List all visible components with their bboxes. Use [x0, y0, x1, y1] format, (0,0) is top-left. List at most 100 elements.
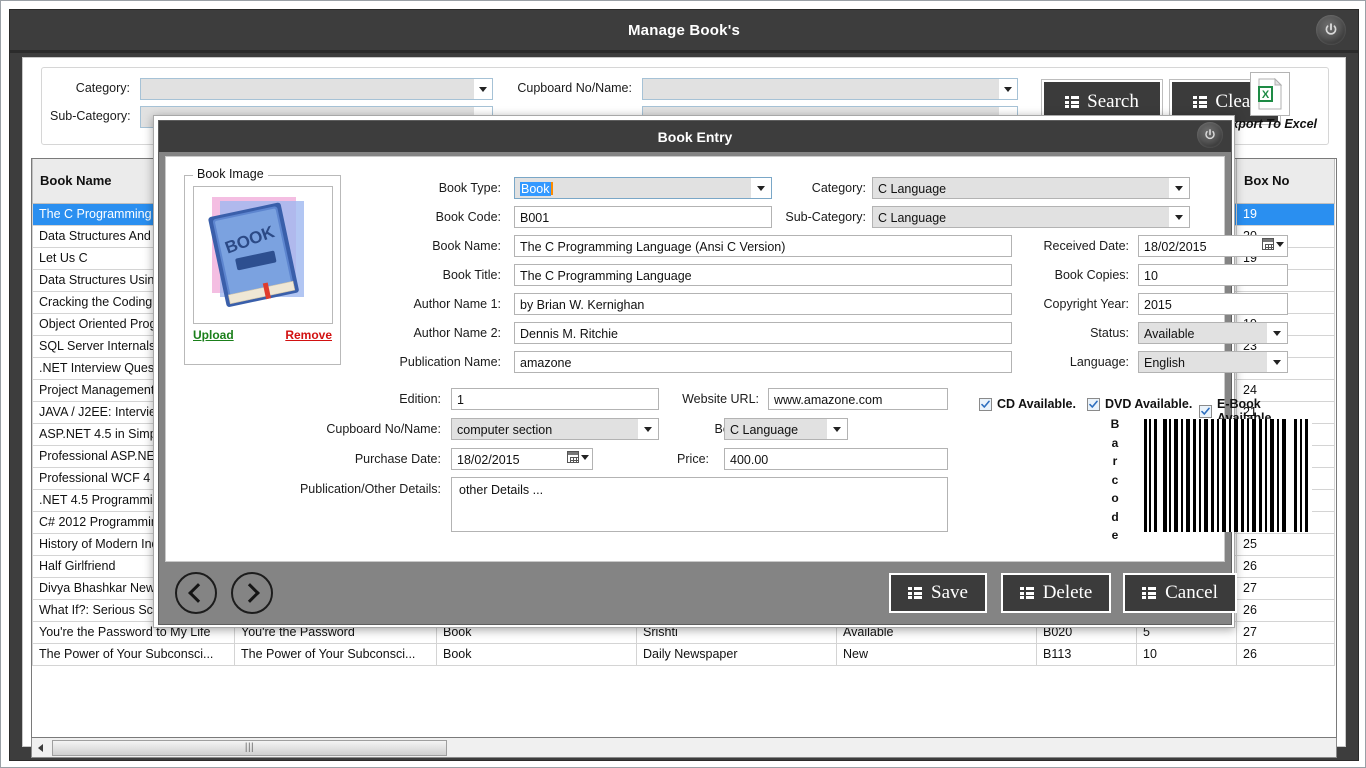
horizontal-scrollbar[interactable]: |||	[31, 738, 1337, 758]
chevron-left-icon[interactable]	[175, 572, 217, 614]
chevron-down-icon	[999, 79, 1017, 99]
box-no-combo[interactable]: C Language	[724, 418, 848, 440]
export-to-excel-button[interactable]: X Export To Excel	[1220, 72, 1320, 131]
barcode-image	[1142, 419, 1312, 532]
barcode-label-char: e	[1111, 528, 1119, 542]
price-input[interactable]: 400.00	[724, 448, 948, 470]
cupboard-filter-combo[interactable]	[642, 78, 1018, 100]
barcode-label-char: d	[1111, 509, 1119, 524]
book-name-label: Book Name:	[432, 239, 501, 253]
table-cell-code: B113	[1036, 642, 1137, 666]
table-cell-box: 26	[1236, 642, 1335, 666]
book-copies-input[interactable]: 10	[1138, 264, 1288, 286]
book-code-input[interactable]: B001	[514, 206, 772, 228]
export-to-excel-label: Export To Excel	[1222, 117, 1317, 131]
calendar-icon	[567, 451, 579, 463]
subcategory-label: Sub-Category:	[50, 109, 131, 123]
grid-icon	[1065, 96, 1080, 108]
received-date-value: 18/02/2015	[1144, 240, 1207, 254]
barcode-label-char: r	[1112, 454, 1118, 468]
book-image-group: Book Image BOOK Upload Remove	[184, 167, 341, 365]
cupboard-combo[interactable]: computer section	[451, 418, 659, 440]
excel-file-icon: X	[1250, 72, 1290, 116]
barcode-label: Barcode	[1108, 415, 1122, 545]
table-cell-publication: Daily Newspaper	[636, 642, 837, 666]
cupboard-value: computer section	[457, 423, 553, 437]
svg-text:X: X	[1262, 89, 1270, 101]
book-title-label: Book Title:	[442, 268, 501, 282]
chevron-down-icon	[581, 454, 589, 460]
author-1-input[interactable]: by Brian W. Kernighan	[514, 293, 1012, 315]
table-cell-box: 27	[1236, 576, 1335, 600]
grid-icon	[1019, 587, 1034, 599]
calendar-dropdown-control[interactable]	[1262, 238, 1284, 250]
received-date-input[interactable]: 18/02/2015	[1138, 235, 1288, 257]
status-combo[interactable]: Available	[1138, 322, 1288, 344]
cd-available-checkbox[interactable]	[979, 397, 992, 411]
dialog-title-text: Book Entry	[657, 128, 733, 145]
cupboard-filter-label: Cupboard No/Name:	[517, 81, 632, 95]
dialog-power-icon[interactable]	[1197, 122, 1223, 148]
chevron-down-icon	[1276, 241, 1284, 247]
dialog-category-label: Category:	[811, 181, 866, 195]
publication-name-input[interactable]: amazone	[514, 351, 1012, 373]
book-title-input[interactable]: The C Programming Language	[514, 264, 1012, 286]
table-cell-box: 27	[1236, 620, 1335, 644]
barcode-label-char: a	[1111, 435, 1119, 450]
power-icon[interactable]	[1316, 15, 1346, 45]
book-entry-dialog: Book Entry Book Image BOOK Upload Remove…	[153, 115, 1312, 628]
purchase-date-input[interactable]: 18/02/2015	[451, 448, 593, 470]
received-date-label: Received Date:	[1043, 239, 1129, 253]
upload-image-link[interactable]: Upload	[193, 328, 234, 342]
dvd-available-checkbox[interactable]	[1087, 397, 1100, 411]
cupboard-label: Cupboard No/Name:	[326, 422, 441, 436]
delete-button[interactable]: Delete	[1001, 573, 1111, 613]
search-button-label: Search	[1087, 91, 1139, 112]
table-row[interactable]: The Power of Your Subconsci... The Power …	[32, 642, 1335, 666]
dialog-body: Book Image BOOK Upload Remove Book Type:…	[165, 156, 1312, 562]
edition-input[interactable]: 1	[451, 388, 659, 410]
cancel-button-label: Cancel	[1165, 582, 1218, 603]
dialog-subcategory-combo[interactable]: C Language	[872, 206, 1190, 228]
purchase-date-value: 18/02/2015	[457, 453, 520, 467]
dvd-available-label: DVD Available.	[1105, 397, 1193, 411]
purchase-date-label: Purchase Date:	[354, 452, 441, 466]
book-type-label: Book Type:	[438, 181, 501, 195]
language-combo[interactable]: English	[1138, 351, 1288, 373]
dialog-category-combo[interactable]: C Language	[872, 177, 1190, 199]
window-frame: Manage Book's Category: Sub-Category: Cu…	[9, 9, 1359, 761]
book-cover-image: BOOK	[193, 186, 333, 324]
copyright-year-input[interactable]: 2015	[1138, 293, 1288, 315]
cd-available-label: CD Available.	[997, 397, 1076, 411]
dialog-title-bar: Book Entry	[159, 121, 1231, 152]
remove-image-link[interactable]: Remove	[285, 328, 332, 342]
category-combo[interactable]	[140, 78, 493, 100]
edition-label: Edition:	[399, 392, 441, 406]
save-button[interactable]: Save	[889, 573, 987, 613]
ebook-available-checkbox[interactable]	[1199, 404, 1212, 418]
book-type-value: Book	[520, 182, 551, 196]
dvd-available-checkbox-row[interactable]: DVD Available.	[1087, 397, 1192, 411]
chevron-down-icon	[1267, 323, 1287, 343]
cd-available-checkbox-row[interactable]: CD Available.	[979, 397, 1076, 411]
book-code-label: Book Code:	[435, 210, 501, 224]
text-cursor	[550, 182, 553, 195]
book-name-input[interactable]: The C Programming Language (Ansi C Versi…	[514, 235, 1012, 257]
chevron-down-icon	[638, 419, 658, 439]
chevron-right-icon[interactable]	[231, 572, 273, 614]
column-header[interactable]: Box No	[1236, 159, 1335, 204]
cancel-button[interactable]: Cancel	[1123, 573, 1237, 613]
author-2-input[interactable]: Dennis M. Ritchie	[514, 322, 1012, 344]
status-label: Status:	[1090, 326, 1129, 340]
window-title-bar: Manage Book's	[10, 10, 1358, 50]
website-url-input[interactable]: www.amazone.com	[768, 388, 948, 410]
barcode-label-char: B	[1110, 417, 1120, 431]
publication-details-label: Publication/Other Details:	[299, 482, 441, 496]
calendar-dropdown-control[interactable]	[567, 451, 589, 463]
chevron-down-icon	[474, 79, 492, 99]
scroll-left-arrow-icon[interactable]	[32, 739, 50, 757]
scrollbar-thumb[interactable]: |||	[52, 739, 447, 756]
publication-details-textarea[interactable]: other Details ...	[451, 477, 948, 532]
book-type-combo[interactable]: Book	[514, 177, 772, 199]
table-cell-box: 26	[1236, 598, 1335, 622]
